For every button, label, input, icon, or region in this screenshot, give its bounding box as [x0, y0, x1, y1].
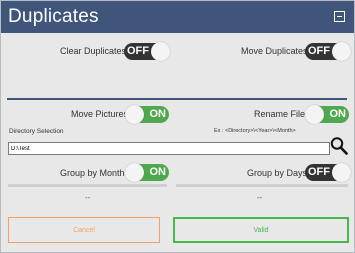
- window-title: Duplicates: [8, 6, 99, 27]
- toggle-knob: [125, 105, 144, 124]
- clear-duplicates-label: Clear Duplicates: [60, 46, 127, 56]
- move-pictures-toggle[interactable]: ON: [125, 105, 169, 124]
- left-status-text: --: [85, 193, 91, 202]
- toggle-state-text: ON: [149, 108, 167, 120]
- duplicates-window: Duplicates Clear Duplicates OFF Move Dup…: [0, 0, 355, 253]
- right-status-bar: [176, 184, 348, 187]
- group-by-month-label: Group by Month: [60, 168, 125, 178]
- toggle-state-text: OFF: [127, 45, 149, 57]
- left-status-bar: [8, 184, 167, 187]
- options-panel: Clear Duplicates OFF Move Duplicates OFF…: [1, 33, 354, 252]
- rename-files-toggle[interactable]: ON: [305, 105, 349, 124]
- directory-path-input[interactable]: [8, 142, 330, 155]
- group-by-days-label: Group by Days: [247, 168, 308, 178]
- group-by-days-toggle[interactable]: OFF: [305, 163, 351, 182]
- toggle-state-text: OFF: [308, 45, 330, 57]
- rename-files-label: Rename Files: [254, 109, 310, 119]
- toggle-knob: [332, 42, 351, 61]
- directory-format-example: Ex : <Directory>\<Year>\<Month>: [214, 128, 296, 134]
- move-duplicates-label: Move Duplicates: [241, 46, 308, 56]
- cancel-button[interactable]: Cancel: [8, 217, 160, 243]
- directory-selection-label: Directory Selection: [9, 128, 64, 135]
- right-status-text: --: [257, 193, 263, 202]
- toggle-state-text: ON: [329, 108, 347, 120]
- toggle-knob: [305, 105, 324, 124]
- group-by-month-toggle[interactable]: ON: [125, 163, 169, 182]
- toggle-knob: [151, 42, 170, 61]
- section-divider: [7, 98, 347, 100]
- clear-duplicates-toggle[interactable]: OFF: [124, 42, 170, 61]
- toggle-knob: [332, 163, 351, 182]
- search-icon[interactable]: [330, 136, 348, 156]
- valid-button[interactable]: Valid: [173, 217, 349, 243]
- toggle-state-text: OFF: [308, 166, 330, 178]
- move-pictures-label: Move Pictures: [71, 109, 129, 119]
- minimize-icon[interactable]: [334, 11, 345, 22]
- title-bar: Duplicates: [1, 1, 354, 33]
- toggle-knob: [125, 163, 144, 182]
- toggle-state-text: ON: [149, 166, 167, 178]
- move-duplicates-toggle[interactable]: OFF: [305, 42, 351, 61]
